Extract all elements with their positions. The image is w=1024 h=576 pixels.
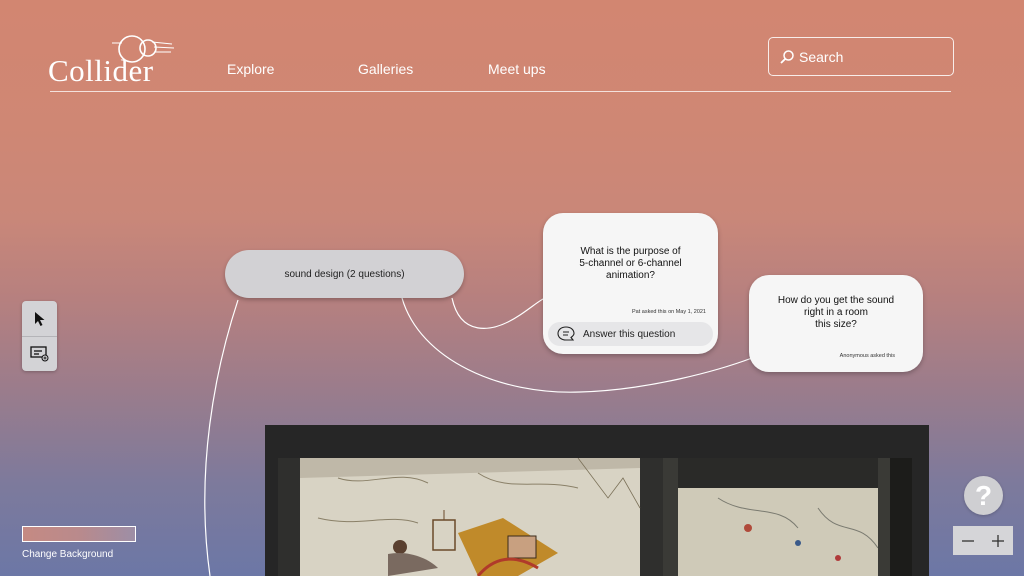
background-swatch[interactable] xyxy=(22,526,136,542)
nav-meet-ups[interactable]: Meet ups xyxy=(488,61,546,77)
canvas-toolbar xyxy=(22,301,57,371)
chat-bubble-icon xyxy=(557,326,575,341)
add-card-tool-button[interactable] xyxy=(22,336,57,371)
collider-logo[interactable]: Collider xyxy=(46,33,176,88)
question-meta: Pat asked this on May 1, 2021 xyxy=(632,309,706,315)
question-meta: Anonymous asked this xyxy=(839,353,895,359)
search-box[interactable] xyxy=(768,37,954,76)
minus-icon xyxy=(962,539,974,542)
cursor-arrow-icon xyxy=(34,311,44,326)
nav-explore[interactable]: Explore xyxy=(227,61,274,77)
connector-to-question-1 xyxy=(451,297,546,329)
zoom-control xyxy=(953,526,1013,555)
answer-question-button[interactable]: Answer this question xyxy=(548,322,713,346)
artwork-image[interactable] xyxy=(278,458,912,576)
question-card[interactable]: How do you get the sound right in a room… xyxy=(749,275,923,372)
question-text: How do you get the sound right in a room… xyxy=(777,295,895,330)
change-background-label[interactable]: Change Background xyxy=(22,549,113,560)
logo-text: Collider xyxy=(48,53,154,88)
zoom-out-button[interactable] xyxy=(953,526,983,555)
connector-to-image xyxy=(204,299,239,576)
search-icon xyxy=(780,49,794,64)
nav-galleries[interactable]: Galleries xyxy=(358,61,413,77)
zoom-in-button[interactable] xyxy=(983,526,1013,555)
question-card[interactable]: What is the purpose of 5-channel or 6-ch… xyxy=(543,213,718,354)
help-icon: ? xyxy=(974,479,993,511)
add-card-icon xyxy=(29,345,48,361)
select-tool-button[interactable] xyxy=(22,301,57,336)
question-text: What is the purpose of 5-channel or 6-ch… xyxy=(579,246,682,281)
answer-label: Answer this question xyxy=(583,328,676,340)
search-input[interactable] xyxy=(799,48,949,65)
help-button[interactable]: ? xyxy=(964,476,1003,515)
topic-label: sound design (2 questions) xyxy=(284,268,405,280)
topic-node[interactable]: sound design (2 questions) xyxy=(225,250,464,298)
artwork-picture xyxy=(278,458,912,576)
plus-icon xyxy=(992,534,1004,547)
header-divider xyxy=(50,91,951,92)
